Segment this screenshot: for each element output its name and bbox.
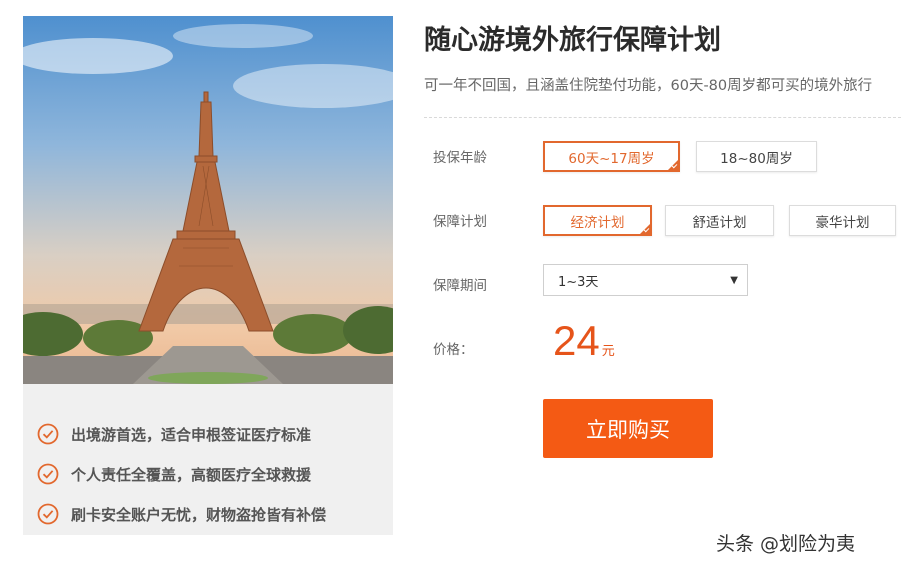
- price-unit: 元: [601, 344, 615, 359]
- feature-text: 刷卡安全账户无忧，财物盗抢皆有补偿: [71, 505, 327, 524]
- plan-label: 保障计划: [433, 214, 487, 230]
- check-circle-icon: [37, 423, 59, 445]
- feature-list: 出境游首选，适合申根签证医疗标准 个人责任全覆盖，高额医疗全球救援 刷卡安全账户…: [23, 384, 393, 535]
- price-display: 24 元: [553, 317, 615, 365]
- period-label: 保障期间: [433, 278, 487, 294]
- divider: [424, 117, 901, 118]
- eiffel-tower-photo: [23, 16, 393, 384]
- feature-text: 个人责任全覆盖，高额医疗全球救援: [71, 465, 312, 484]
- age-option-adult[interactable]: 18~80周岁: [696, 141, 817, 172]
- product-title: 随心游境外旅行保障计划: [424, 25, 721, 56]
- product-subtitle: 可一年不回国，且涵盖住院垫付功能，60天-80周岁都可买的境外旅行: [424, 78, 873, 94]
- price-amount: 24: [553, 317, 600, 364]
- plan-option-economy[interactable]: 经济计划: [543, 205, 652, 236]
- period-select[interactable]: 1~3天 ▼: [543, 264, 748, 296]
- feature-text: 出境游首选，适合申根签证医疗标准: [71, 425, 312, 444]
- price-label: 价格：: [433, 342, 474, 358]
- age-label: 投保年龄: [433, 150, 487, 166]
- feature-item: 个人责任全覆盖，高额医疗全球救援: [37, 462, 311, 486]
- plan-option-luxury[interactable]: 豪华计划: [789, 205, 896, 236]
- feature-item: 刷卡安全账户无忧，财物盗抢皆有补偿: [37, 502, 326, 526]
- check-circle-icon: [37, 463, 59, 485]
- caret-down-icon: ▼: [730, 275, 738, 286]
- period-value: 1~3天: [558, 274, 599, 290]
- age-option-child[interactable]: 60天~17周岁: [543, 141, 680, 172]
- buy-now-button[interactable]: 立即购买: [543, 399, 713, 458]
- hero-panel: 出境游首选，适合申根签证医疗标准 个人责任全覆盖，高额医疗全球救援 刷卡安全账户…: [23, 16, 393, 535]
- check-circle-icon: [37, 503, 59, 525]
- plan-option-comfort[interactable]: 舒适计划: [665, 205, 774, 236]
- watermark: 头条 @划险为夷: [716, 533, 856, 555]
- feature-item: 出境游首选，适合申根签证医疗标准: [37, 422, 311, 446]
